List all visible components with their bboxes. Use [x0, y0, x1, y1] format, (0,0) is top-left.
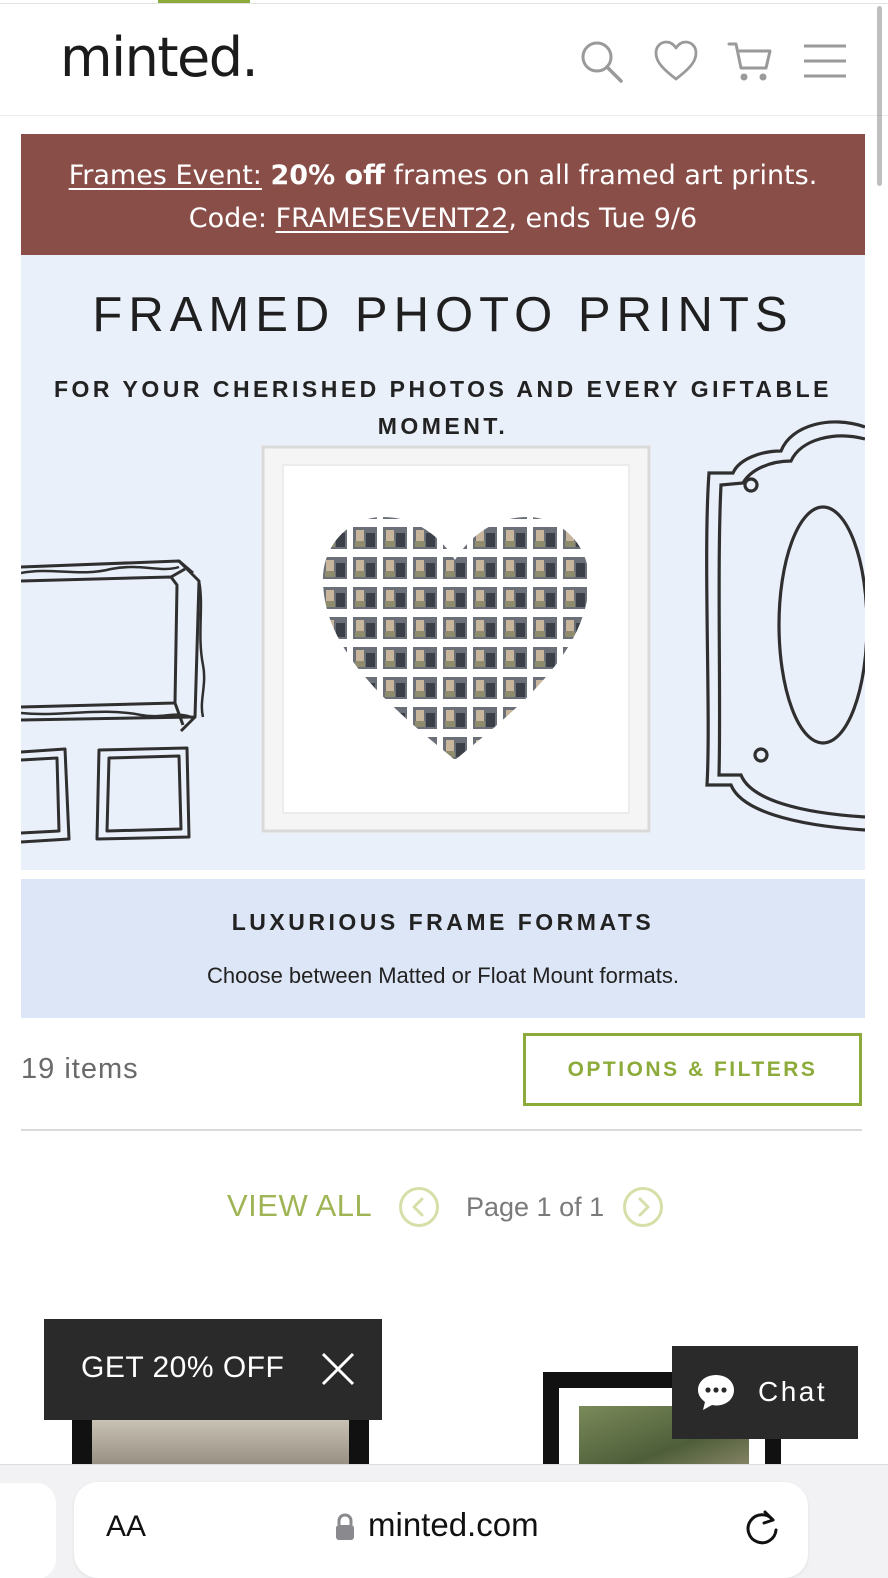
promo-line1-text: frames on all framed art prints.: [393, 160, 818, 191]
chat-button[interactable]: Chat: [672, 1346, 858, 1439]
next-page-icon[interactable]: [622, 1186, 664, 1228]
previous-tab-preview[interactable]: [0, 1483, 56, 1578]
minted-logo[interactable]: minted.: [60, 26, 259, 89]
close-icon[interactable]: [320, 1351, 356, 1387]
discount-popup[interactable]: GET 20% OFF: [44, 1319, 382, 1420]
text-size-label: AA: [106, 1510, 147, 1543]
site-header: minted.: [0, 4, 888, 116]
view-all-link[interactable]: VIEW ALL: [227, 1188, 372, 1224]
formats-title: LUXURIOUS FRAME FORMATS: [231, 909, 655, 935]
hero-subtitle: FOR YOUR CHERISHED PHOTOS AND EVERY GIFT…: [53, 376, 833, 439]
hero-title: FRAMED PHOTO PRINTS: [92, 288, 794, 342]
promo-code-link[interactable]: FRAMESEVENT22: [276, 203, 509, 234]
hero-banner: FRAMED PHOTO PRINTS FOR YOUR CHERISHED P…: [21, 255, 865, 870]
url-field[interactable]: AA minted.com: [74, 1482, 808, 1578]
search-icon[interactable]: [578, 38, 624, 84]
pagination: VIEW ALL Page 1 of 1: [0, 1182, 888, 1232]
formats-description: Choose between Matted or Float Mount for…: [206, 963, 679, 988]
page-indicator: Page 1 of 1: [466, 1192, 605, 1222]
discount-popup-label[interactable]: GET 20% OFF: [81, 1351, 284, 1385]
page-scrollbar[interactable]: [877, 6, 882, 186]
lock-icon: [334, 1512, 356, 1542]
browser-address-bar: AA minted.com: [0, 1464, 888, 1578]
reload-icon[interactable]: [742, 1508, 782, 1548]
frame-formats-banner: LUXURIOUS FRAME FORMATS Choose between M…: [21, 879, 865, 1018]
promo-end-date: , ends Tue 9/6: [508, 203, 698, 234]
url-text: minted.com: [368, 1506, 539, 1543]
promo-banner: Frames Event: 20% off frames on all fram…: [21, 134, 865, 255]
promo-discount: 20% off: [270, 160, 385, 191]
options-filters-button[interactable]: OPTIONS & FILTERS: [523, 1033, 862, 1106]
chat-label: Chat: [758, 1376, 828, 1407]
menu-icon[interactable]: [802, 38, 848, 84]
hero-illustration: [21, 420, 865, 844]
heart-icon[interactable]: [653, 38, 699, 84]
results-count: 19 items: [21, 1053, 139, 1085]
text-size-button[interactable]: AA: [106, 1510, 146, 1544]
previous-page-icon[interactable]: [398, 1186, 440, 1228]
cart-icon[interactable]: [727, 38, 773, 84]
chat-bubble-icon: [696, 1372, 736, 1412]
frames-event-link[interactable]: Frames Event:: [69, 160, 262, 191]
results-divider: [21, 1129, 862, 1131]
promo-code-label: Code:: [188, 203, 267, 234]
